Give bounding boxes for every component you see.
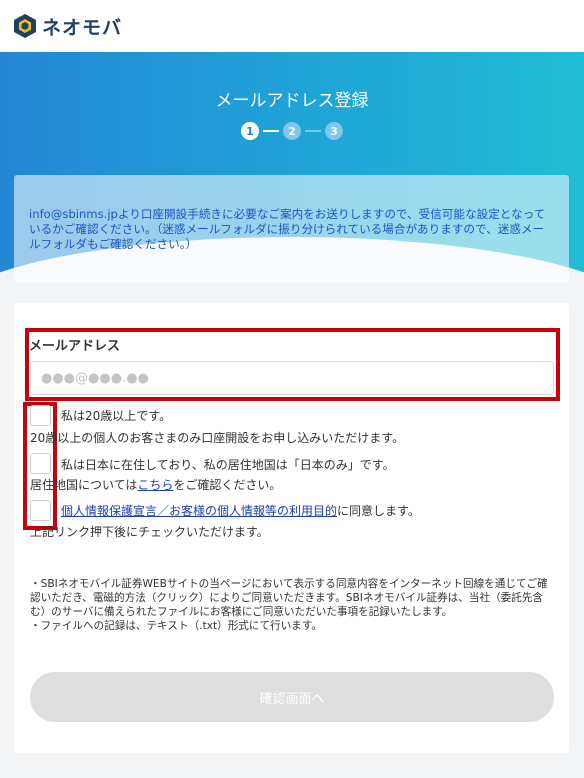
age-checkbox[interactable]	[30, 405, 51, 426]
step-connector	[305, 130, 321, 132]
privacy-checkbox[interactable]	[30, 500, 51, 521]
step-1: 1	[241, 122, 259, 140]
email-label: メールアドレス	[29, 339, 121, 354]
age-check-note: 20歳以上の個人のお客さまのみ口座開設をお申し込みいただけます。	[30, 431, 405, 445]
disclaimer-paragraph: ・ファイルへの記録は、テキスト（.txt）形式にて行います。	[30, 620, 323, 632]
residence-info-link[interactable]: こちら	[137, 478, 173, 492]
residence-note-suffix: をご確認ください。	[173, 478, 282, 492]
step-3: 3	[325, 122, 343, 140]
page-title: メールアドレス登録	[215, 91, 369, 111]
email-notice: info@sbinms.jpより口座開設手続きに必要なご案内をお送りしますので、…	[14, 175, 569, 283]
brand-name[interactable]: ネオモバ	[42, 13, 122, 40]
privacy-check-note: 上記リンク押下後にチェックいただけます。	[30, 525, 269, 539]
step-connector	[263, 130, 279, 132]
residence-check-label: 私は日本に在住しており、私の居住地国は「日本のみ」です。	[61, 458, 395, 472]
consent-disclaimer: ・SBIネオモバイル証券WEBサイトの当ページにおいて表示する同意内容をインター…	[30, 577, 558, 633]
residence-check-note: 居住地国についてはこちらをご確認ください。	[30, 476, 281, 493]
neomoba-logo-icon	[14, 14, 36, 38]
step-2: 2	[283, 122, 301, 140]
step-indicator: 1 2 3	[0, 122, 584, 140]
residence-note-prefix: 居住地国については	[30, 478, 138, 492]
privacy-policy-link[interactable]: 個人情報保護宣言／お客様の個人情報等の利用目的	[61, 504, 337, 518]
privacy-check-label: 個人情報保護宣言／お客様の個人情報等の利用目的に同意します。	[61, 502, 420, 519]
confirm-button[interactable]: 確認画面へ	[30, 672, 554, 722]
residence-checkbox[interactable]	[30, 453, 51, 474]
disclaimer-paragraph: ・SBIネオモバイル証券WEBサイトの当ページにおいて表示する同意内容をインター…	[30, 578, 548, 618]
email-input[interactable]	[30, 361, 554, 395]
privacy-label-suffix: に同意します。	[337, 504, 420, 518]
top-bar: ネオモバ	[0, 0, 584, 52]
age-check-label: 私は20歳以上です。	[61, 409, 172, 423]
